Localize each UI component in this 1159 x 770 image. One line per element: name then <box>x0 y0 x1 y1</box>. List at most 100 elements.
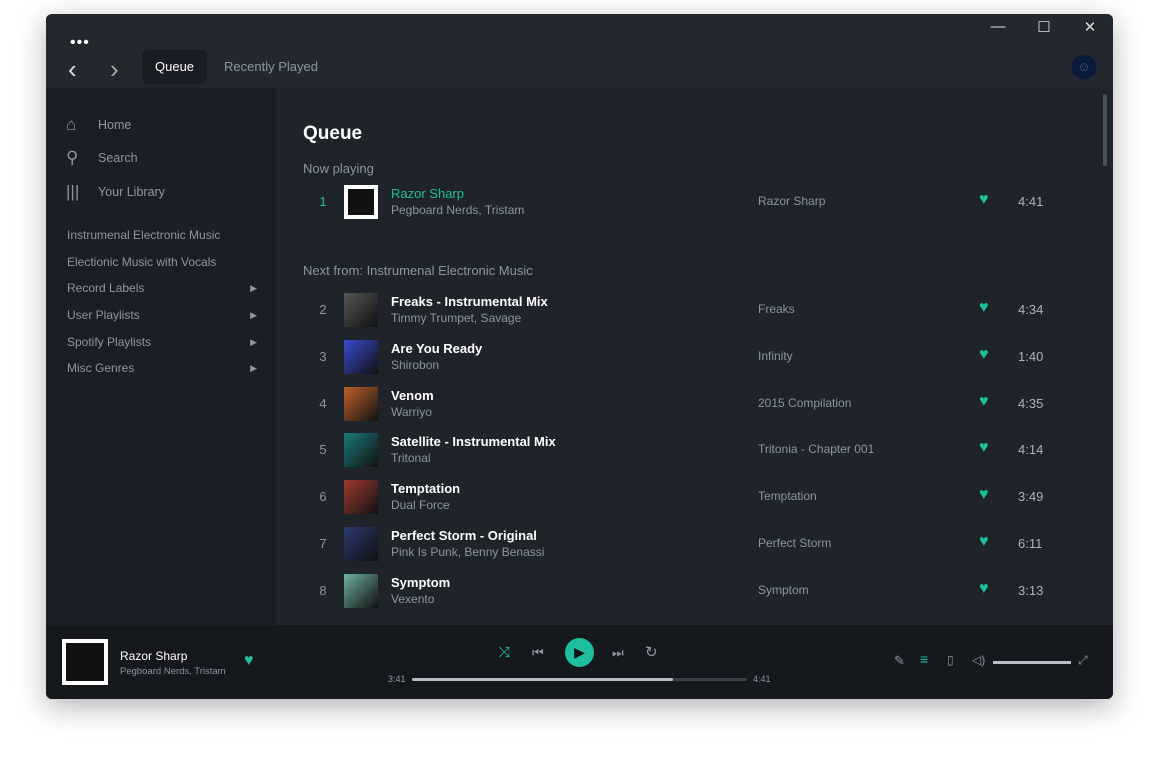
player-bar: Razor Sharp Pegboard Nerds, Tristam ♥ ⤨ … <box>46 625 1113 699</box>
track-title: Satellite - Instrumental Mix <box>391 434 556 450</box>
forward-button[interactable]: › <box>110 54 119 85</box>
track-artist[interactable]: Dual Force <box>391 498 450 512</box>
track-artist[interactable]: Pink Is Punk, Benny Benassi <box>391 545 544 559</box>
back-button[interactable]: ‹ <box>68 54 77 85</box>
previous-icon[interactable]: ⏮ <box>532 645 544 661</box>
track-album[interactable]: 2015 Compilation <box>758 396 851 410</box>
now-playing-art[interactable] <box>62 639 108 685</box>
scrollbar[interactable] <box>1103 94 1107 166</box>
chevron-right-icon: ▶ <box>250 363 257 373</box>
track-row[interactable]: 2 Freaks - Instrumental Mix Timmy Trumpe… <box>303 290 1063 330</box>
track-album[interactable]: Infinity <box>758 349 793 363</box>
queue-icon[interactable]: ≡ <box>920 651 928 667</box>
repeat-icon[interactable]: ↻ <box>645 643 658 661</box>
player-artist[interactable]: Pegboard Nerds, Tristam <box>120 666 226 677</box>
more-menu-icon[interactable]: ••• <box>70 34 90 52</box>
heart-icon[interactable]: ♥ <box>979 346 989 364</box>
track-artist[interactable]: Vexento <box>391 592 434 606</box>
track-artist[interactable]: Pegboard Nerds, Tristam <box>391 203 524 217</box>
track-number: 5 <box>319 442 327 458</box>
progress-bar[interactable] <box>412 678 747 681</box>
playlist-folder[interactable]: Record Labels ▶ <box>67 281 257 295</box>
track-title: Temptation <box>391 481 461 497</box>
track-title: Venom <box>391 387 434 403</box>
sidebar-item-home[interactable]: ⌂ Home <box>66 115 131 135</box>
play-button[interactable]: ▶ <box>565 638 594 667</box>
track-album[interactable]: Tritonia - Chapter 001 <box>758 442 874 456</box>
library-icon: ||| <box>66 182 80 201</box>
tab-recently-played[interactable]: Recently Played <box>211 50 331 84</box>
track-artist[interactable]: Shirobon <box>391 358 439 372</box>
track-number: 3 <box>319 348 327 364</box>
progress-fill <box>412 678 674 681</box>
track-row[interactable]: 5 Satellite - Instrumental Mix Tritonal … <box>303 430 1063 470</box>
track-row-now-playing[interactable]: 1 Razor Sharp Pegboard Nerds, Tristam Ra… <box>303 182 1063 222</box>
track-row[interactable]: 3 Are You Ready Shirobon Infinity ♥ 1:40 <box>303 337 1063 377</box>
heart-icon[interactable]: ♥ <box>979 299 989 317</box>
sidebar-item-search[interactable]: ⚲ Search <box>66 148 138 168</box>
tab-queue[interactable]: Queue <box>142 50 208 84</box>
track-row[interactable]: 6 Temptation Dual Force Temptation ♥ 3:4… <box>303 477 1063 517</box>
track-duration: 4:14 <box>1018 442 1044 458</box>
sidebar-item-library[interactable]: ||| Your Library <box>66 182 165 202</box>
track-row[interactable]: 4 Venom Warriyo 2015 Compilation ♥ 4:35 <box>303 384 1063 424</box>
playlist-item[interactable]: Electionic Music with Vocals <box>67 255 257 269</box>
track-number: 6 <box>319 489 327 505</box>
track-album[interactable]: Razor Sharp <box>758 194 825 208</box>
player-title[interactable]: Razor Sharp <box>120 649 187 663</box>
shuffle-icon[interactable]: ⤨ <box>498 644 510 661</box>
heart-icon[interactable]: ♥ <box>979 533 989 551</box>
fullscreen-icon[interactable]: ⤢ <box>1078 653 1088 668</box>
heart-icon[interactable]: ♥ <box>244 652 254 670</box>
track-title: Perfect Storm - Original <box>391 528 537 543</box>
minimize-button[interactable]: — <box>975 18 1021 35</box>
heart-icon[interactable]: ♥ <box>979 191 989 209</box>
volume-icon[interactable]: ◁) <box>972 653 985 667</box>
playlist-item[interactable]: Instrumenal Electronic Music <box>67 228 257 242</box>
track-number: 2 <box>319 302 327 317</box>
label: Record Labels <box>67 281 145 295</box>
album-art <box>344 527 378 561</box>
playlist-folder[interactable]: User Playlists ▶ <box>67 308 257 322</box>
album-art <box>344 293 378 327</box>
user-avatar[interactable]: ☺ <box>1071 54 1097 80</box>
devices-icon[interactable]: ▯ <box>947 653 954 667</box>
heart-icon[interactable]: ♥ <box>979 439 989 457</box>
playlist-folder[interactable]: Misc Genres ▶ <box>67 361 257 375</box>
track-album[interactable]: Temptation <box>758 489 817 503</box>
track-number: 8 <box>319 582 327 598</box>
heart-icon[interactable]: ♥ <box>979 393 989 411</box>
track-title: Razor Sharp <box>391 186 464 201</box>
close-button[interactable]: ✕ <box>1067 18 1113 36</box>
maximize-button[interactable]: ☐ <box>1021 18 1067 36</box>
app-window: ••• — ☐ ✕ ‹ › Queue Recently Played ☺ ⌂ H… <box>46 14 1113 699</box>
heart-icon[interactable]: ♥ <box>979 580 989 598</box>
track-album[interactable]: Perfect Storm <box>758 536 831 550</box>
track-number: 7 <box>319 536 327 551</box>
chevron-right-icon: ▶ <box>250 283 257 293</box>
track-row[interactable]: 7 Perfect Storm - Original Pink Is Punk,… <box>303 524 1063 564</box>
home-icon: ⌂ <box>66 115 77 134</box>
now-playing-label: Now playing <box>303 161 374 176</box>
track-number: 4 <box>319 395 327 411</box>
label: Instrumenal Electronic Music <box>67 228 221 242</box>
album-art <box>344 433 378 468</box>
total-time: 4:41 <box>753 674 771 684</box>
chevron-right-icon: ▶ <box>250 337 257 347</box>
sidebar: ⌂ Home ⚲ Search ||| Your Library Instrumena… <box>46 88 276 625</box>
track-duration: 4:41 <box>1018 194 1044 209</box>
track-row[interactable]: 8 Symptom Vexento Symptom ♥ 3:13 <box>303 571 1063 611</box>
playlist-folder[interactable]: Spotify Playlists ▶ <box>67 335 257 349</box>
lyrics-mic-icon[interactable]: ✎ <box>894 653 905 669</box>
next-icon[interactable]: ⏭ <box>612 645 624 661</box>
volume-slider[interactable] <box>993 661 1071 664</box>
track-album[interactable]: Symptom <box>758 583 809 597</box>
track-artist[interactable]: Timmy Trumpet, Savage <box>391 311 521 325</box>
volume-fill <box>993 661 1071 664</box>
label: Search <box>98 151 138 165</box>
heart-icon[interactable]: ♥ <box>979 486 989 504</box>
album-art <box>344 185 378 219</box>
track-artist[interactable]: Warriyo <box>391 405 432 419</box>
track-album[interactable]: Freaks <box>758 302 795 316</box>
track-artist[interactable]: Tritonal <box>391 451 431 465</box>
